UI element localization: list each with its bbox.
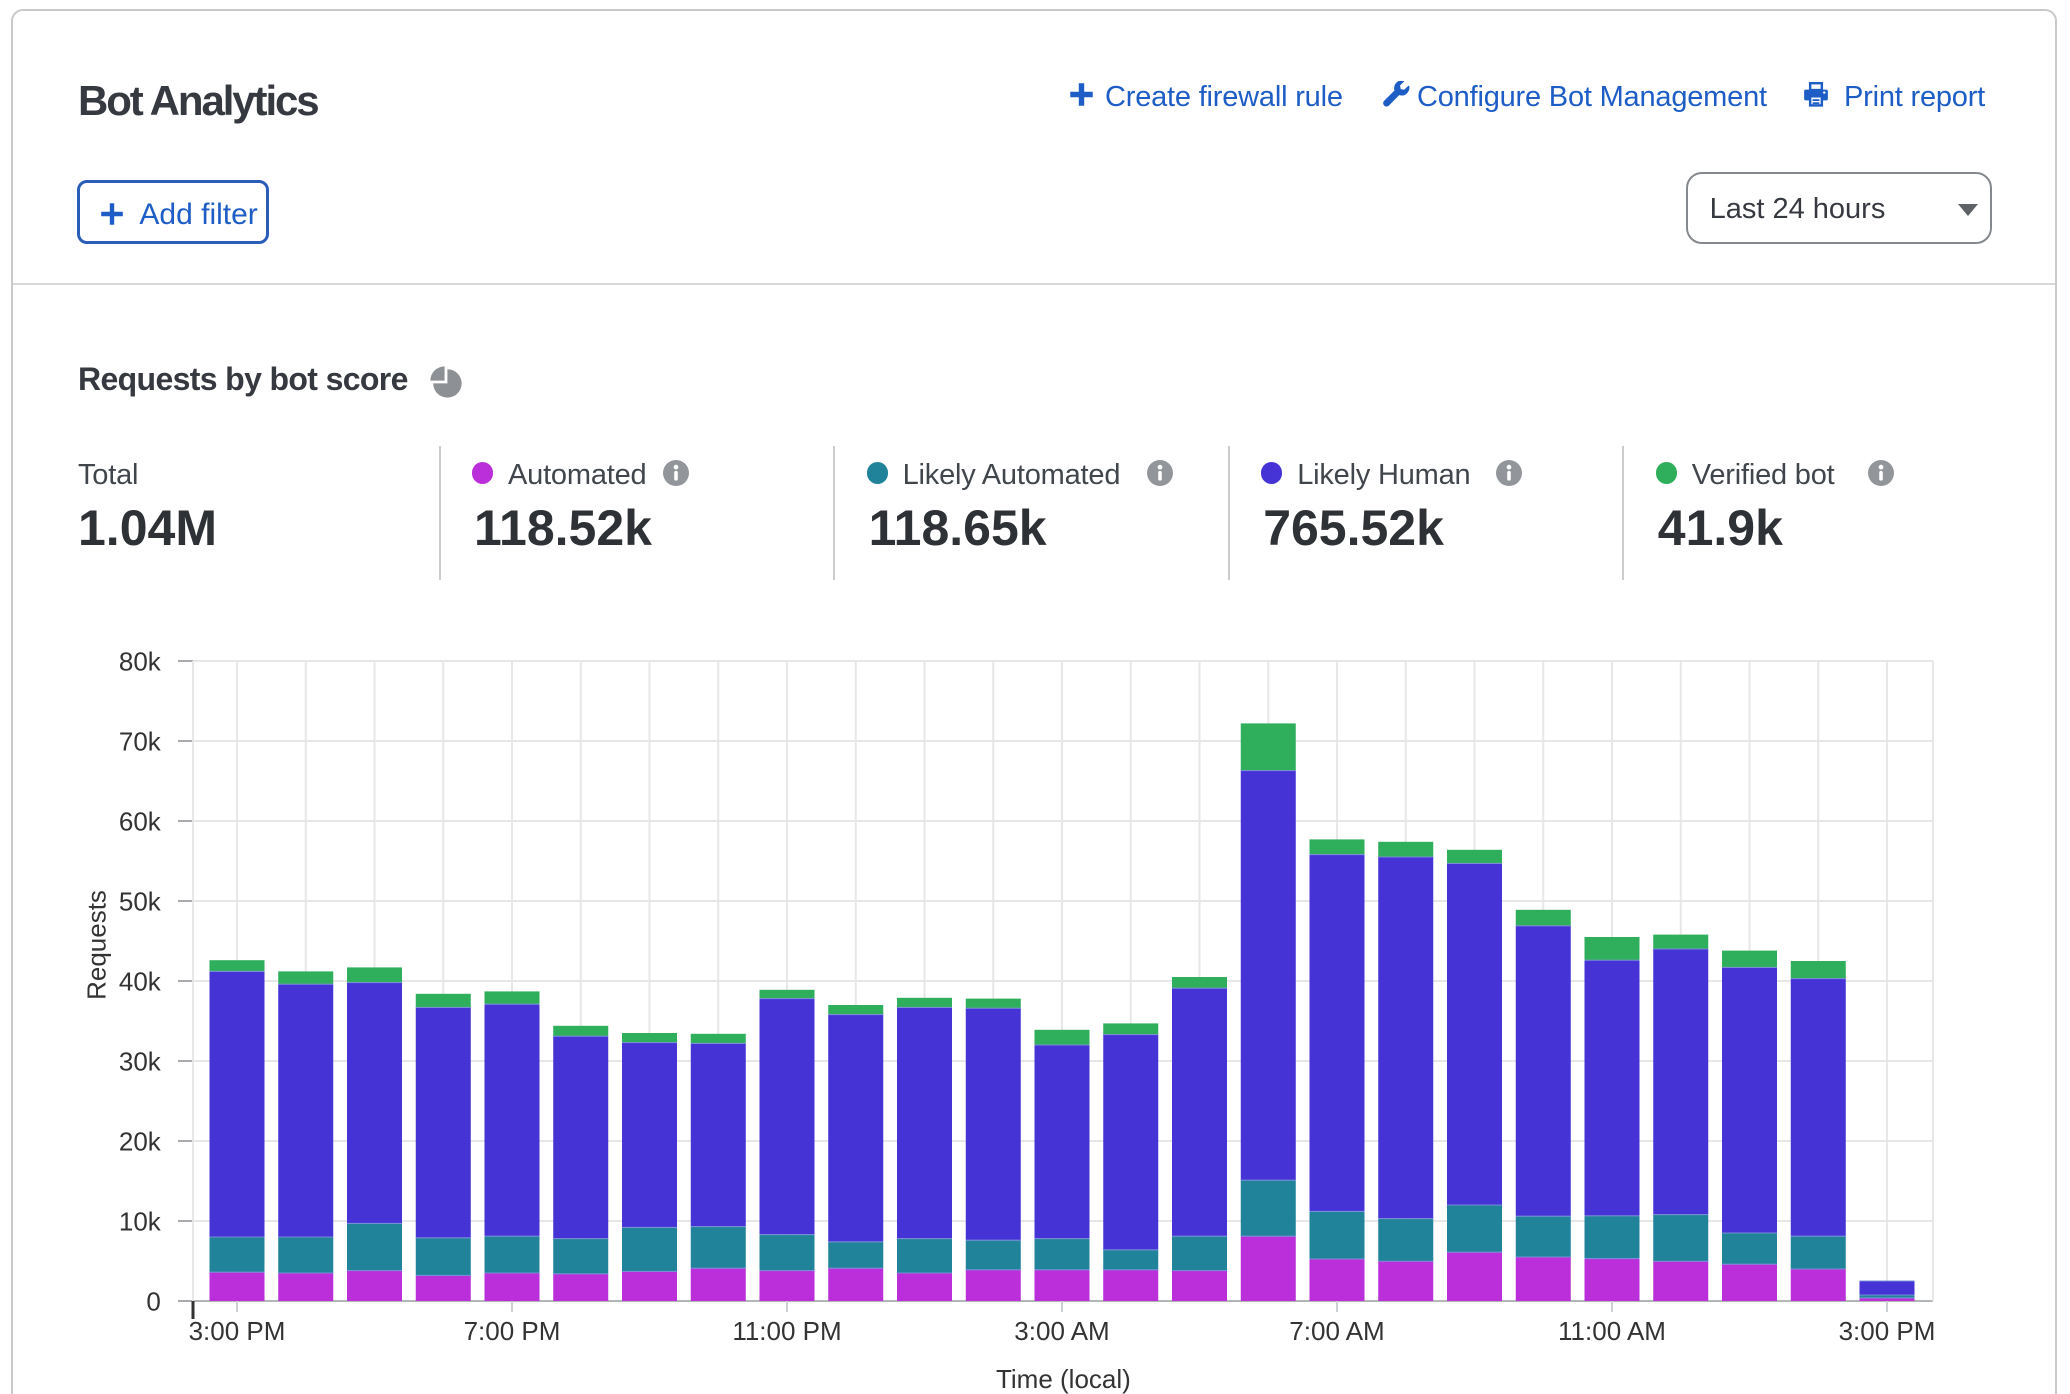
- svg-text:70k: 70k: [119, 726, 162, 756]
- svg-text:Time (local): Time (local): [996, 1364, 1131, 1394]
- svg-text:40k: 40k: [119, 966, 162, 996]
- svg-text:10k: 10k: [119, 1206, 162, 1236]
- svg-text:80k: 80k: [119, 646, 162, 676]
- svg-text:7:00 PM: 7:00 PM: [464, 1316, 561, 1346]
- svg-text:7:00 AM: 7:00 AM: [1289, 1316, 1384, 1346]
- svg-text:11:00 AM: 11:00 AM: [1558, 1316, 1666, 1346]
- svg-text:3:00 PM: 3:00 PM: [1839, 1316, 1936, 1346]
- svg-text:3:00 AM: 3:00 AM: [1014, 1316, 1109, 1346]
- svg-text:20k: 20k: [119, 1126, 162, 1156]
- svg-text:30k: 30k: [119, 1046, 162, 1076]
- svg-text:Requests: Requests: [82, 890, 112, 1000]
- svg-text:11:00 PM: 11:00 PM: [732, 1316, 841, 1346]
- svg-text:50k: 50k: [119, 886, 162, 916]
- svg-text:60k: 60k: [119, 806, 162, 836]
- svg-text:0: 0: [146, 1286, 160, 1316]
- svg-text:3:00 PM: 3:00 PM: [189, 1316, 286, 1346]
